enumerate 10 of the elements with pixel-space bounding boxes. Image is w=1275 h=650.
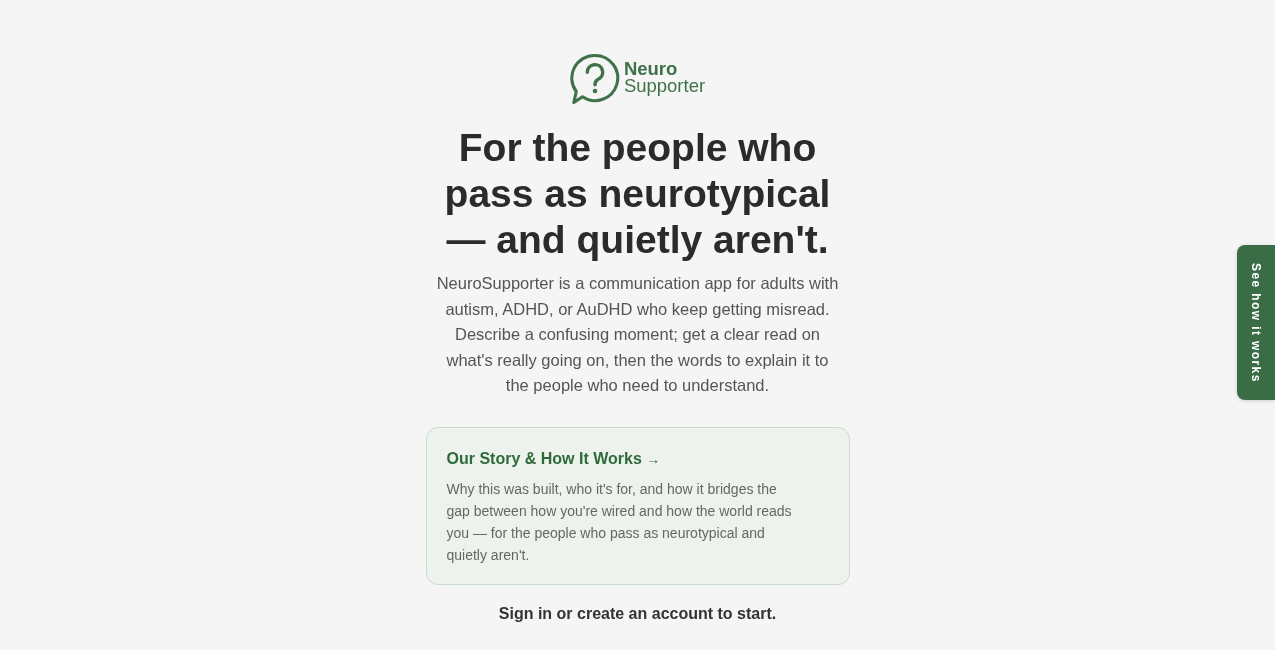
logo-wordmark: Neuro: [623, 60, 679, 77]
story-card[interactable]: [425, 426, 850, 585]
logo-wordmark: Supporter: [623, 77, 706, 94]
sign-in-prompt: Sign in or create an account to start.: [498, 604, 777, 623]
headline: For the people who pass as neurotypical — and quietly aren't.: [443, 125, 832, 263]
see-how-it-works-tab[interactable]: See how it works: [1237, 245, 1275, 400]
story-description: Why this was built, who it's for, and how it bridges the gap between how you're wired and how the world reads you — for the people who pass as neurotypical and quietly aren't.: [446, 479, 793, 565]
story-link[interactable]: Our Story & How It Works →: [446, 448, 661, 469]
intro-paragraph: NeuroSupporter is a communication app for adults with autism, ADHD, or AuDHD who keep getting misread. Describe a confusing moment; get a clear read on what's really going on, then the words to explain it to the people who need to understand.: [435, 273, 840, 396]
question-bubble-icon: [569, 53, 620, 105]
